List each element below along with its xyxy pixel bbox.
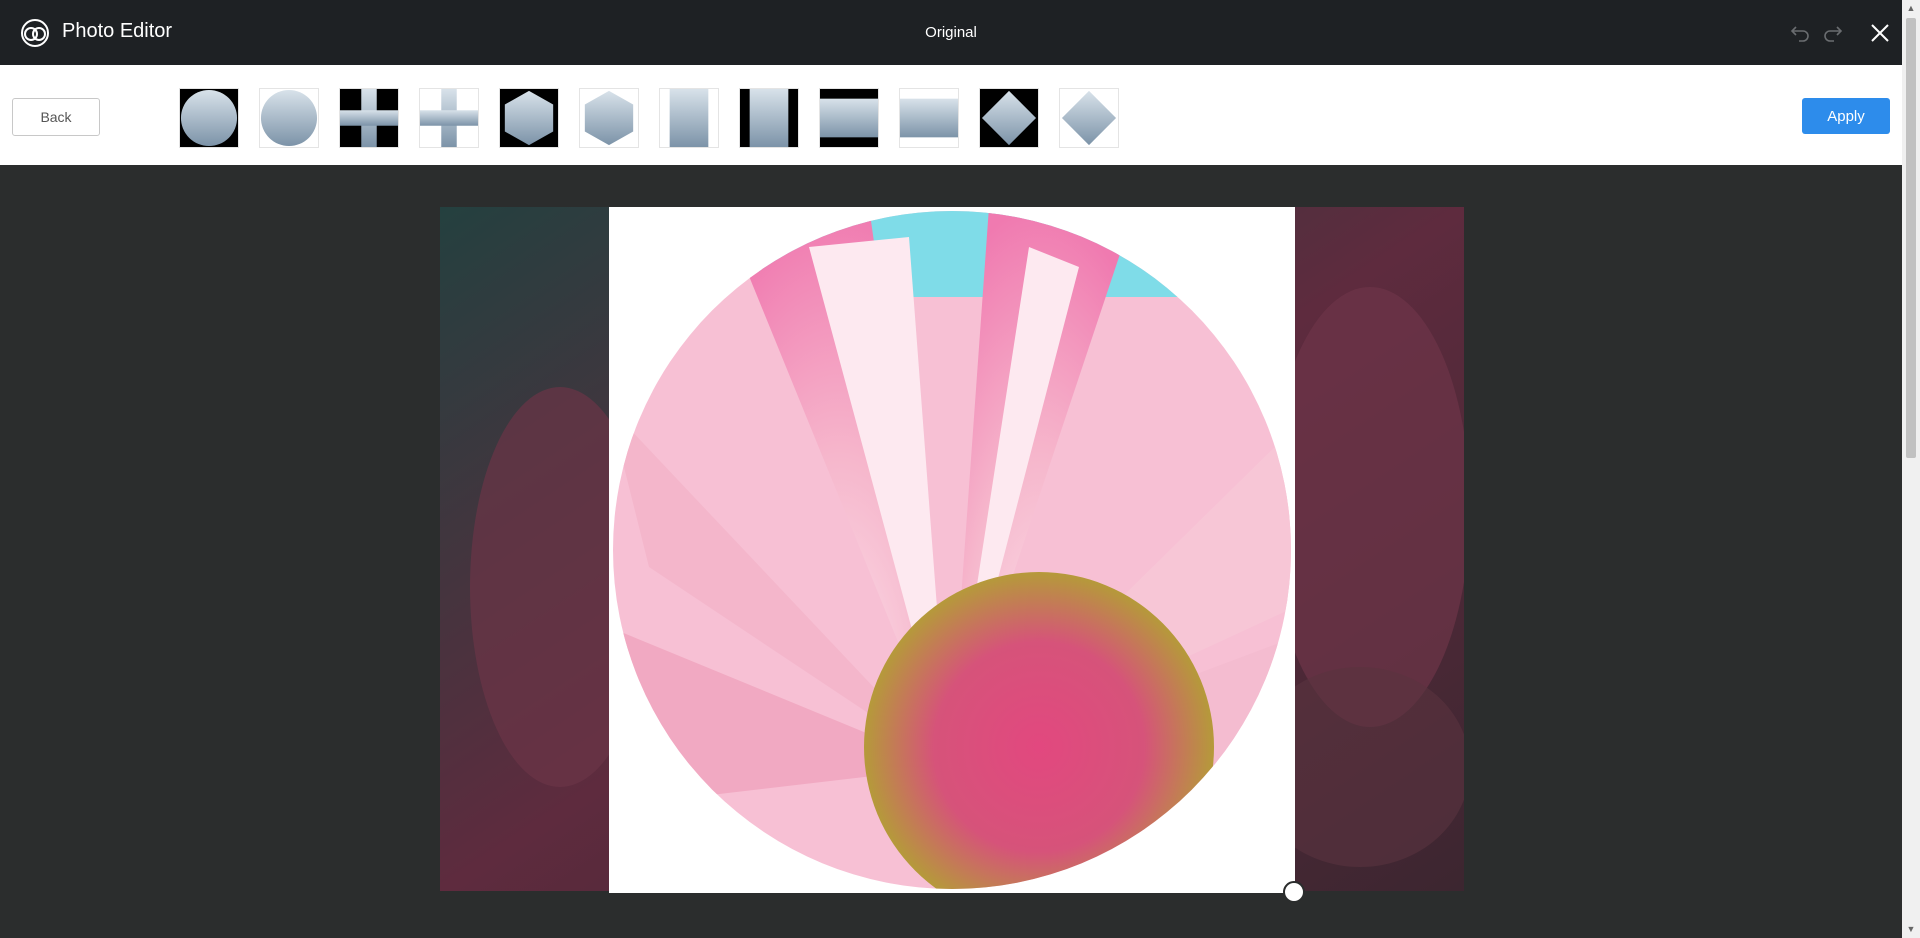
crop-resize-handle[interactable] bbox=[1283, 881, 1305, 903]
shape-landscape-white[interactable] bbox=[899, 88, 959, 148]
shape-hexagon-black[interactable] bbox=[499, 88, 559, 148]
title-bar: Photo Editor Original bbox=[0, 0, 1902, 65]
shape-diamond-white[interactable] bbox=[1059, 88, 1119, 148]
shape-diamond-black[interactable] bbox=[979, 88, 1039, 148]
shape-cross-white[interactable] bbox=[419, 88, 479, 148]
scroll-up-icon[interactable]: ▲ bbox=[1906, 3, 1916, 13]
shape-portrait-black[interactable] bbox=[739, 88, 799, 148]
redo-icon[interactable] bbox=[1820, 20, 1846, 46]
back-button[interactable]: Back bbox=[12, 98, 100, 136]
shape-circle-black[interactable] bbox=[179, 88, 239, 148]
scroll-down-icon[interactable]: ▼ bbox=[1906, 924, 1916, 934]
vertical-scrollbar[interactable]: ▲ ▼ bbox=[1902, 0, 1920, 938]
shape-cross-black[interactable] bbox=[339, 88, 399, 148]
cropped-flower-photo bbox=[613, 211, 1291, 889]
shape-landscape-black[interactable] bbox=[819, 88, 879, 148]
shape-circle-white[interactable] bbox=[259, 88, 319, 148]
undo-icon[interactable] bbox=[1787, 20, 1813, 46]
crop-frame[interactable] bbox=[609, 207, 1295, 893]
apply-button[interactable]: Apply bbox=[1802, 98, 1890, 134]
scroll-thumb[interactable] bbox=[1906, 18, 1916, 458]
shape-portrait-white[interactable] bbox=[659, 88, 719, 148]
shape-hexagon-white[interactable] bbox=[579, 88, 639, 148]
close-icon[interactable] bbox=[1867, 20, 1893, 46]
shape-options bbox=[179, 88, 1119, 150]
mode-title: Original bbox=[925, 24, 977, 41]
